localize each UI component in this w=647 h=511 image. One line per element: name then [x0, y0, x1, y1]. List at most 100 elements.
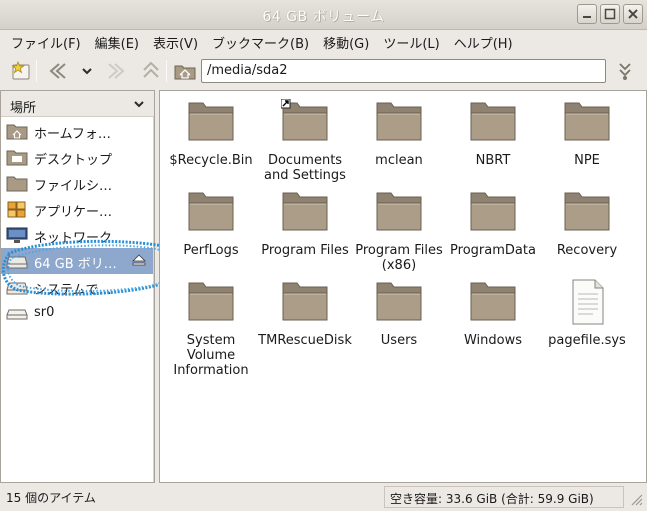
history-dropdown-button[interactable] [74, 58, 100, 84]
file-name: pagefile.sys [548, 333, 626, 348]
folder-item[interactable]: Documents and Settings [258, 98, 352, 183]
sidebar-item-sr0[interactable]: sr0 [1, 300, 154, 326]
folder-icon [563, 99, 611, 143]
toggle-path-button[interactable] [612, 58, 638, 84]
up-button[interactable] [138, 58, 164, 84]
folder-item[interactable]: Program Files (x86) [352, 189, 446, 273]
folder-icon [469, 279, 517, 323]
folder-item[interactable]: Recovery [540, 189, 634, 258]
file-item[interactable]: pagefile.sys [540, 279, 634, 348]
folder-icon [187, 189, 235, 233]
bookmark-star-icon [11, 60, 30, 80]
folder-item[interactable]: Program Files [258, 189, 352, 258]
sidebar-item-network[interactable]: ネットワーク [1, 222, 154, 248]
file-name: Program Files (x86) [355, 243, 443, 273]
folder-icon [187, 99, 235, 143]
maximize-button[interactable] [600, 4, 620, 24]
file-name: System Volume Information [173, 333, 249, 378]
file-name: Users [380, 333, 418, 348]
bookmark-button[interactable] [8, 58, 34, 84]
file-name: Recovery [556, 243, 618, 258]
forward-button[interactable] [104, 58, 130, 84]
minimize-icon [583, 16, 591, 18]
menu-view[interactable]: 表示(V) [146, 30, 205, 52]
optical-drive-icon [6, 309, 28, 320]
folder-icon [563, 189, 611, 233]
folder-item[interactable]: mclean [352, 99, 446, 168]
home-folder-icon [6, 124, 28, 140]
folder-icon [469, 99, 517, 143]
close-button[interactable] [623, 4, 643, 24]
desktop-folder-icon [6, 150, 28, 166]
resize-grip-icon[interactable] [629, 492, 643, 506]
folder-item[interactable]: Windows [446, 279, 540, 348]
places-header[interactable]: 場所 [1, 91, 154, 117]
folder-icon [375, 279, 423, 323]
sidebar-item-label: 64 GB ボリ… [34, 257, 117, 272]
file-name: ProgramData [450, 243, 536, 258]
free-space: 空き容量: 33.6 GiB (合計: 59.9 GiB) [384, 486, 624, 508]
history-dropdown-icon [82, 68, 92, 75]
sidebar-item-label: ホームフォ… [34, 127, 111, 142]
folder-icon [280, 98, 329, 143]
drive-icon [6, 256, 28, 269]
file-name: Windows [463, 333, 523, 348]
sidebar-item-desktop[interactable]: デスクトップ [1, 144, 154, 170]
location-field[interactable]: /media/sda2 [201, 59, 606, 83]
folder-item[interactable]: ProgramData [446, 189, 540, 258]
folder-icon [187, 279, 235, 323]
window-title: 64 GB ボリューム [262, 9, 385, 25]
eject-icon[interactable] [132, 254, 146, 266]
file-name: $Recycle.Bin [169, 153, 253, 168]
sidebar-item-label: システムで… [34, 283, 112, 298]
sidebar-item-applications[interactable]: アプリケー… [1, 196, 154, 222]
menu-bookmarks[interactable]: ブックマーク(B) [205, 30, 316, 52]
folder-item[interactable]: NPE [540, 99, 634, 168]
file-name: Program Files [261, 243, 349, 258]
folder-item[interactable]: $Recycle.Bin [164, 99, 258, 168]
item-count: 15 個のアイテム [6, 491, 96, 505]
toggle-path-icon [619, 63, 631, 80]
places-label: 場所 [10, 101, 37, 116]
folder-icon [281, 279, 329, 323]
status-bar: 15 個のアイテム 空き容量: 33.6 GiB (合計: 59.9 GiB) [0, 486, 647, 511]
home-folder-icon [174, 65, 196, 80]
menu-help[interactable]: ヘルプ(H) [447, 30, 520, 52]
minimize-button[interactable] [577, 4, 597, 24]
sidebar-item-label: sr0 [34, 305, 55, 320]
back-icon [49, 63, 66, 79]
sidebar-item-home[interactable]: ホームフォ… [1, 118, 154, 144]
sidebar-item-system-volume[interactable]: システムで… [1, 274, 154, 300]
maximize-icon [604, 8, 616, 20]
folder-item[interactable]: Users [352, 279, 446, 348]
folder-item[interactable]: NBRT [446, 99, 540, 168]
sidebar-item-label: デスクトップ [34, 153, 113, 168]
file-name: NPE [574, 153, 600, 168]
sidebar-item-label: ネットワーク [34, 231, 113, 246]
toolbar: /media/sda2 [0, 52, 647, 90]
file-name: TMRescueDisk [258, 333, 352, 348]
folder-icon [375, 99, 423, 143]
folder-item[interactable]: TMRescueDisk [258, 279, 352, 348]
title-bar[interactable]: 64 GB ボリューム [0, 0, 647, 30]
sidebar-item-64gb-volume[interactable]: 64 GB ボリ… [1, 248, 154, 274]
file-name: NBRT [475, 153, 511, 168]
menu-bar: ファイル(F) 編集(E) 表示(V) ブックマーク(B) 移動(G) ツール(… [0, 30, 647, 52]
folder-icon [281, 189, 329, 233]
network-icon [6, 227, 28, 243]
sidebar-item-label: ファイルシ… [34, 179, 113, 194]
menu-edit[interactable]: 編集(E) [88, 30, 146, 52]
folder-icon [469, 189, 517, 233]
folder-item[interactable]: System Volume Information [164, 279, 258, 378]
home-button[interactable] [172, 58, 198, 84]
menu-go[interactable]: 移動(G) [316, 30, 376, 52]
folder-item[interactable]: PerfLogs [164, 189, 258, 258]
file-name: Documents and Settings [264, 153, 346, 183]
back-button[interactable] [44, 58, 70, 84]
file-name: mclean [375, 153, 423, 168]
sidebar-item-filesystem[interactable]: ファイルシ… [1, 170, 154, 196]
applications-icon [7, 201, 26, 218]
menu-file[interactable]: ファイル(F) [4, 30, 88, 52]
file-view[interactable]: $Recycle.Bin Documents and Settings mclean… [159, 90, 647, 483]
menu-tools[interactable]: ツール(L) [376, 30, 446, 52]
